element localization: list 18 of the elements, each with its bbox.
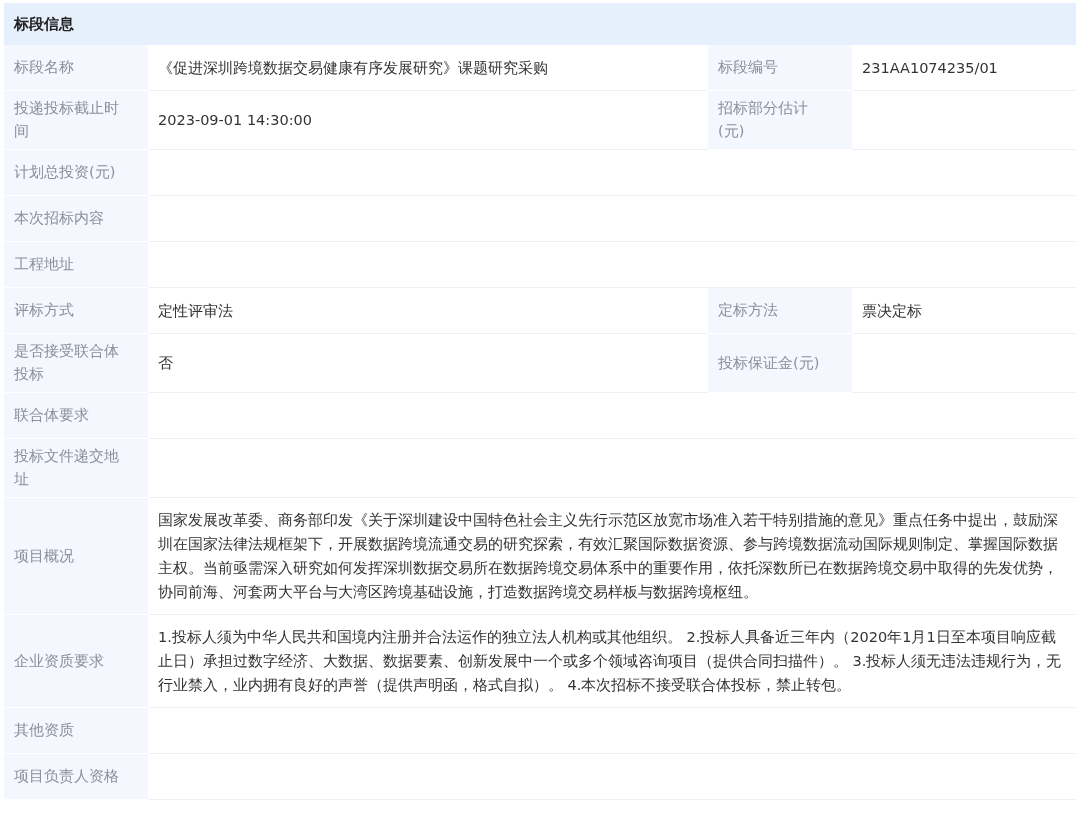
field-label: 投递投标截止时间 — [4, 91, 148, 150]
field-label: 其他资质 — [4, 708, 148, 754]
field-label: 项目负责人资格 — [4, 754, 148, 800]
field-label: 计划总投资(元) — [4, 150, 148, 196]
field-label: 招标部分估计(元) — [708, 91, 852, 150]
field-label: 投标保证金(元) — [708, 334, 852, 393]
field-label: 企业资质要求 — [4, 615, 148, 708]
field-label: 评标方式 — [4, 288, 148, 334]
field-label: 联合体要求 — [4, 393, 148, 439]
field-label: 工程地址 — [4, 242, 148, 288]
field-label: 投标文件递交地址 — [4, 439, 148, 498]
field-label: 是否接受联合体投标 — [4, 334, 148, 393]
field-label: 本次招标内容 — [4, 196, 148, 242]
field-label: 标段名称 — [4, 45, 148, 91]
field-label: 定标方法 — [708, 288, 852, 334]
field-label: 标段编号 — [708, 45, 852, 91]
section-header: 标段信息 — [4, 3, 1076, 45]
field-label: 项目概况 — [4, 498, 148, 615]
